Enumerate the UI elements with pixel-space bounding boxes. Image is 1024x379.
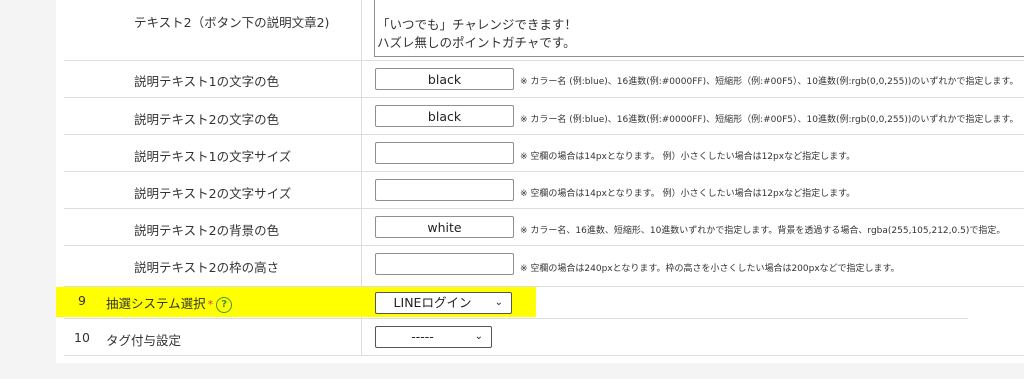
row-desc1-color: 説明テキスト1の文字の色 black ※ カラー名 (例:blue)、16進数(… (64, 61, 1024, 98)
desc2-color-label: 説明テキスト2の文字の色 (134, 112, 280, 127)
lottery-system-number: 9 (78, 293, 86, 308)
row-desc2-size: 説明テキスト2の文字サイズ ※ 空欄の場合は14pxとなります。 例）小さくした… (64, 172, 1024, 209)
tag-setting-label: タグ付与設定 (106, 333, 182, 348)
desc2-color-input[interactable]: black (375, 105, 514, 127)
desc2-frame-height-hint: ※ 空欄の場合は240pxとなります。枠の高さを小さくしたい場合は200pxなど… (520, 264, 900, 274)
lottery-system-label: 抽選システム選択 *? (106, 293, 233, 313)
desc2-frame-height-input[interactable] (375, 253, 514, 275)
row-desc2-frame-height: 説明テキスト2の枠の高さ ※ 空欄の場合は240pxとなります。枠の高さを小さく… (64, 246, 1024, 287)
chevron-down-icon: ⌄ (494, 297, 503, 308)
desc2-size-input[interactable] (375, 179, 514, 201)
row-desc1-size: 説明テキスト1の文字サイズ ※ 空欄の場合は14pxとなります。 例）小さくした… (64, 135, 1024, 172)
desc1-size-input[interactable] (375, 142, 514, 164)
text2-textarea[interactable]: 「いつでも」チャレンジできます！ ハズレ無しのポイントガチャです。 (374, 0, 1024, 57)
text2-line1: 「いつでも」チャレンジできます！ (377, 17, 577, 32)
desc2-size-label: 説明テキスト2の文字サイズ (134, 186, 292, 201)
desc1-color-hint: ※ カラー名 (例:blue)、16進数(例:#0000FF)、短縮形（例:#0… (520, 77, 1019, 87)
desc1-size-hint: ※ 空欄の場合は14pxとなります。 例）小さくしたい場合は12pxなど指定しま… (520, 152, 856, 162)
desc1-size-label: 説明テキスト1の文字サイズ (134, 149, 292, 164)
lottery-system-select[interactable]: LINEログイン ⌄ (375, 292, 512, 314)
desc2-color-hint: ※ カラー名 (例:blue)、16進数(例:#0000FF)、短縮形（例:#0… (520, 115, 1019, 125)
row-tag-setting: 10 タグ付与設定 ----- ⌄ (64, 319, 1024, 356)
desc1-color-label: 説明テキスト1の文字の色 (134, 74, 280, 89)
lottery-system-label-text: 抽選システム選択 (106, 296, 206, 311)
tag-setting-number: 10 (74, 330, 90, 345)
tag-setting-selected: ----- (411, 329, 434, 344)
help-icon[interactable]: ? (216, 296, 233, 313)
desc2-bg-hint: ※ カラー名、16進数、短縮形、10進数いずれかで指定します。背景を透過する場合… (520, 226, 1006, 236)
desc2-bg-label: 説明テキスト2の背景の色 (134, 223, 280, 238)
row-desc2-color: 説明テキスト2の文字の色 black ※ カラー名 (例:blue)、16進数(… (64, 98, 1024, 135)
required-mark: * (207, 298, 214, 311)
text2-line2: ハズレ無しのポイントガチャです。 (377, 35, 576, 50)
desc2-bg-input[interactable]: white (375, 216, 514, 238)
desc2-size-hint: ※ 空欄の場合は14pxとなります。 例）小さくしたい場合は12pxなど指定しま… (520, 189, 856, 199)
text2-label: テキスト2（ボタン下の説明文章2) (134, 15, 330, 30)
lottery-system-selected: LINEログイン (393, 295, 472, 310)
desc2-frame-height-label: 説明テキスト2の枠の高さ (134, 260, 280, 275)
desc1-color-input[interactable]: black (375, 68, 514, 90)
row-lottery-system: 9 抽選システム選択 *? LINEログイン ⌄ (64, 287, 1024, 318)
tag-setting-select[interactable]: ----- ⌄ (375, 326, 492, 348)
row-desc2-bg: 説明テキスト2の背景の色 white ※ カラー名、16進数、短縮形、10進数い… (64, 209, 1024, 246)
chevron-down-icon: ⌄ (474, 331, 483, 342)
